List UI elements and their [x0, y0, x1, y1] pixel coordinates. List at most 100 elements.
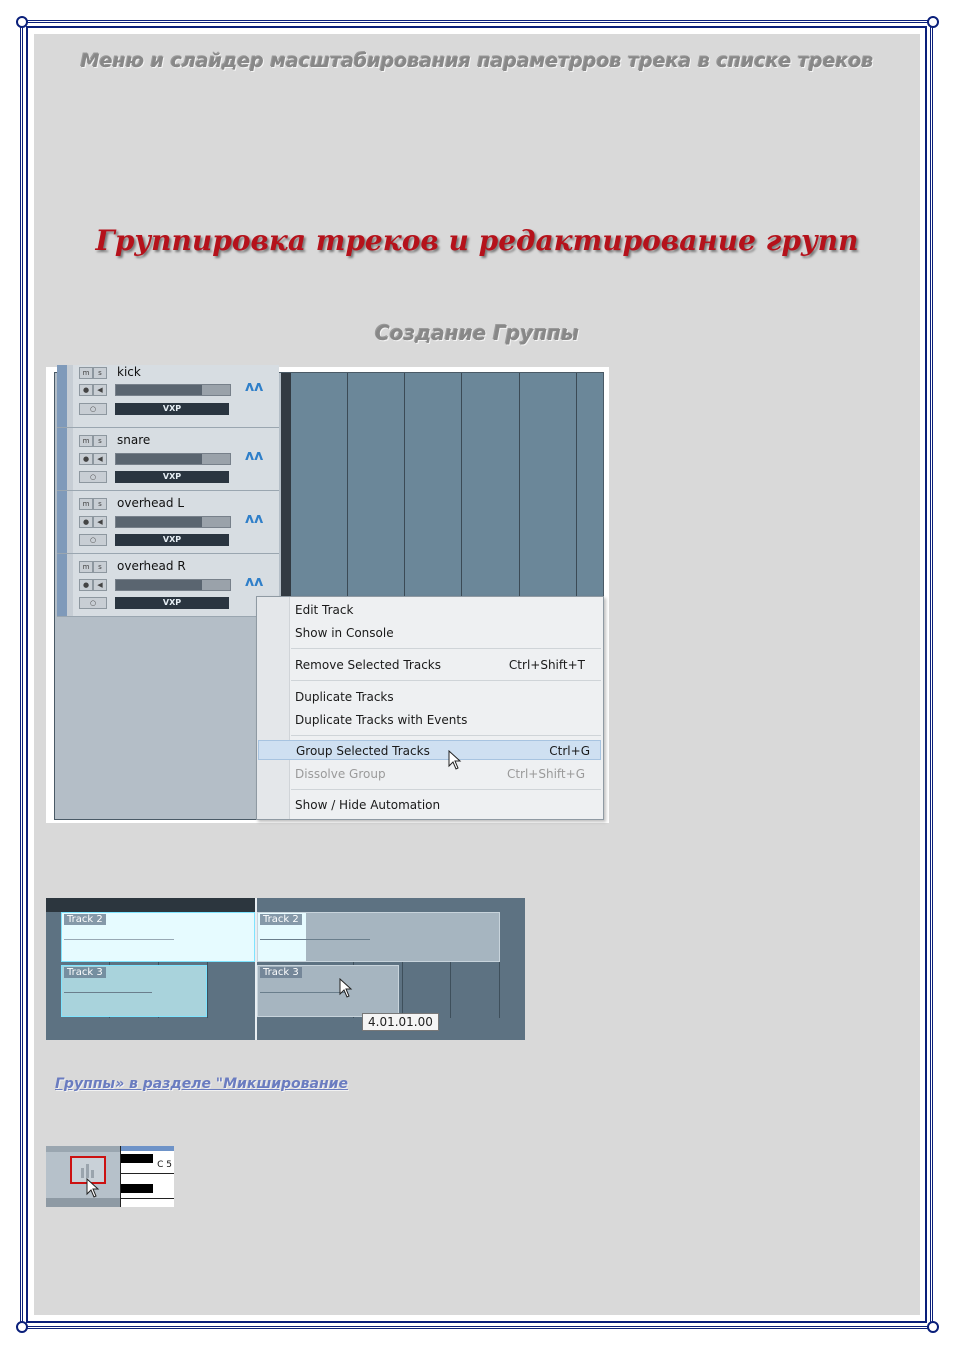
menu-item-show-in-console[interactable]: Show in Console [295, 623, 595, 643]
track-name[interactable]: overhead L [117, 496, 184, 510]
mute-button[interactable]: m [79, 435, 93, 447]
menu-item-label: Edit Track [295, 603, 354, 617]
instrument-slot[interactable]: VXP [115, 403, 229, 415]
pane-after: Track 2 Track 3 4.01.01.00 [257, 898, 525, 1040]
solo-button[interactable]: s [93, 561, 107, 573]
menu-separator [291, 680, 601, 681]
menu-separator [291, 648, 601, 649]
solo-button[interactable]: s [93, 435, 107, 447]
clip-track-3[interactable]: Track 3 [257, 965, 399, 1017]
context-menu: Edit Track Show in Console Remove Select… [256, 596, 604, 820]
track-row[interactable]: m s snare ● ◀ ○ VXP ʌʌ [57, 428, 279, 491]
track-row[interactable]: m s overhead L ● ◀ ○ VXP ʌʌ [57, 491, 279, 554]
channel-icon[interactable]: ○ [79, 403, 107, 415]
clip-waveform [260, 939, 370, 940]
menu-separator [291, 789, 601, 790]
record-icon[interactable]: ● [79, 384, 93, 396]
monitor-icon[interactable]: ◀ [93, 579, 107, 591]
mouse-cursor-icon [86, 1178, 100, 1198]
monitor-icon[interactable]: ◀ [93, 384, 107, 396]
black-key[interactable] [121, 1184, 153, 1193]
menu-item-label: Group Selected Tracks [296, 744, 430, 758]
menu-item-label: Remove Selected Tracks [295, 658, 441, 672]
screenshot-track-context-menu: m s kick ● ◀ ○ VXP ʌʌ m s snare ● ◀ ○ VX… [46, 365, 609, 823]
clip-track-2[interactable]: Track 2 [257, 912, 500, 962]
track-row[interactable]: m s overhead R ● ◀ ○ VXP ʌʌ [57, 554, 279, 617]
grid-line [519, 373, 520, 603]
waveform-icon[interactable]: ʌʌ [245, 574, 263, 590]
instrument-slot[interactable]: VXP [115, 471, 229, 483]
instrument-slot[interactable]: VXP [115, 597, 229, 609]
track-list: m s kick ● ◀ ○ VXP ʌʌ m s snare ● ◀ ○ VX… [55, 365, 281, 819]
track-handle [67, 428, 73, 490]
corner-ornament [16, 1321, 28, 1333]
piano-keyboard[interactable]: C 5 [120, 1146, 174, 1207]
menu-item-dissolve-group[interactable]: Dissolve Group Ctrl+Shift+G [295, 764, 595, 784]
heading-main: Группировка треков и редактирование груп… [95, 224, 859, 257]
channel-icon[interactable]: ○ [79, 597, 107, 609]
ruler-segment [46, 898, 255, 912]
track-handle [67, 365, 73, 427]
solo-button[interactable]: s [93, 367, 107, 379]
black-key[interactable] [121, 1154, 153, 1163]
pane-before: Track 2 Track 3 [46, 898, 255, 1040]
track-color-stripe [57, 554, 67, 616]
menu-item-remove-selected-tracks[interactable]: Remove Selected Tracks Ctrl+Shift+T [295, 655, 595, 675]
clip-label: Track 3 [260, 967, 302, 978]
mute-button[interactable]: m [79, 498, 93, 510]
mute-button[interactable]: m [79, 367, 93, 379]
menu-item-show-hide-automation[interactable]: Show / Hide Automation [295, 795, 595, 815]
keyboard-header [121, 1146, 174, 1151]
channel-icon[interactable]: ○ [79, 534, 107, 546]
volume-meter[interactable] [115, 579, 231, 591]
menu-item-edit-track[interactable]: Edit Track [295, 600, 595, 620]
instrument-slot[interactable]: VXP [115, 534, 229, 546]
menu-item-shortcut: Ctrl+Shift+T [508, 658, 585, 672]
track-name[interactable]: overhead R [117, 559, 186, 573]
record-icon[interactable]: ● [79, 516, 93, 528]
toolbar-top [46, 1146, 120, 1152]
volume-meter[interactable] [115, 453, 231, 465]
screenshot-grouped-clips: Track 2 Track 3 Track 2 Track 3 4.01.01.… [46, 898, 525, 1040]
clip-track-2[interactable]: Track 2 [61, 912, 255, 962]
section-link[interactable]: Группы» в разделе "Микширование [55, 1076, 348, 1092]
heading-sub: Создание Группы [375, 321, 579, 345]
clip-label: Track 2 [260, 914, 302, 925]
key-divider [121, 1173, 174, 1174]
menu-item-shortcut: Ctrl+G [549, 744, 590, 758]
solo-button[interactable]: s [93, 498, 107, 510]
monitor-icon[interactable]: ◀ [93, 516, 107, 528]
record-icon[interactable]: ● [79, 453, 93, 465]
waveform-icon[interactable]: ʌʌ [245, 511, 263, 527]
volume-meter[interactable] [115, 516, 231, 528]
track-handle [67, 554, 73, 616]
track-name[interactable]: kick [117, 365, 141, 379]
document-page: Меню и слайдер масштабирования параметрр… [34, 34, 920, 1315]
screenshot-mixer-button: C 5 [46, 1146, 174, 1207]
track-color-stripe [57, 428, 67, 490]
clip-label: Track 3 [64, 967, 106, 978]
record-icon[interactable]: ● [79, 579, 93, 591]
channel-icon[interactable]: ○ [79, 471, 107, 483]
volume-meter[interactable] [115, 384, 231, 396]
grid-line [576, 373, 577, 603]
arrange-view[interactable] [291, 373, 603, 603]
menu-item-duplicate-tracks-with-events[interactable]: Duplicate Tracks with Events [295, 710, 595, 730]
meter-fill [116, 454, 202, 464]
menu-item-group-selected-tracks[interactable]: Group Selected Tracks Ctrl+G [258, 740, 601, 760]
monitor-icon[interactable]: ◀ [93, 453, 107, 465]
waveform-icon[interactable]: ʌʌ [245, 448, 263, 464]
menu-item-duplicate-tracks[interactable]: Duplicate Tracks [295, 687, 595, 707]
clip-track-3[interactable]: Track 3 [61, 965, 207, 1017]
menu-item-label: Dissolve Group [295, 767, 386, 781]
waveform-icon[interactable]: ʌʌ [245, 379, 263, 395]
track-row[interactable]: m s kick ● ◀ ○ VXP ʌʌ [57, 365, 279, 428]
clip-waveform [260, 992, 348, 993]
mute-button[interactable]: m [79, 561, 93, 573]
menu-item-label: Duplicate Tracks with Events [295, 713, 468, 727]
corner-ornament [927, 16, 939, 28]
corner-ornament [927, 1321, 939, 1333]
meter-fill [116, 385, 202, 395]
track-name[interactable]: snare [117, 433, 150, 447]
menu-item-shortcut: Ctrl+Shift+G [506, 767, 585, 781]
